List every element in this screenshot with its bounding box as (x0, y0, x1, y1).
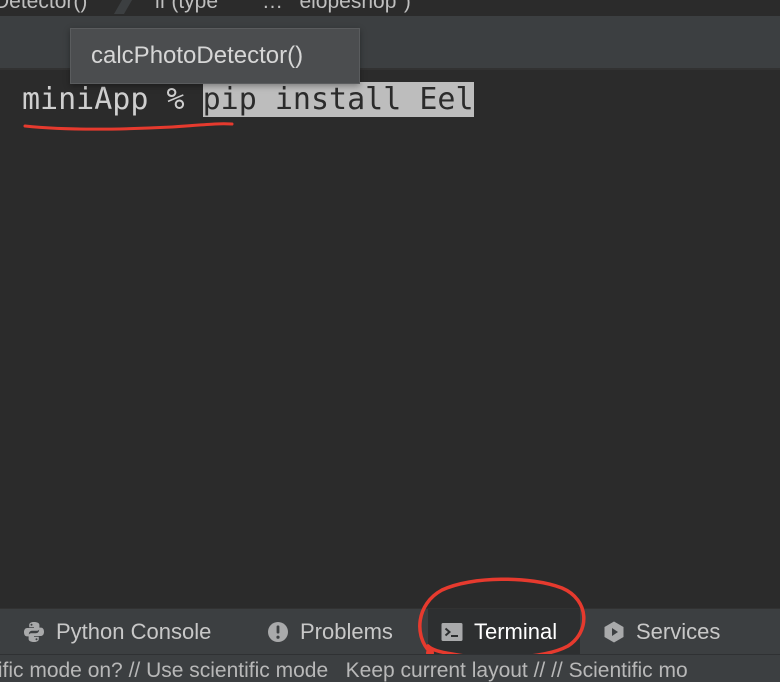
tab-label: Terminal (474, 619, 558, 644)
breadcrumb-item[interactable]: if (type (155, 0, 218, 14)
tool-window-bar: Python Console Problems Terminal Service… (0, 608, 780, 655)
status-bar: tific mode on? // Use scientific mode Ke… (0, 654, 780, 682)
tab-terminal[interactable]: Terminal (428, 609, 580, 655)
tab-services[interactable]: Services (602, 609, 720, 655)
ide-window: Detector() if (type … "elopeshop") miniA… (0, 0, 780, 682)
tab-label: Python Console (56, 619, 212, 644)
tooltip: calcPhotoDetector() (70, 28, 360, 84)
terminal-panel[interactable]: miniApp % pip install Eel (0, 70, 780, 608)
breadcrumb: Detector() if (type … "elopeshop") (0, 0, 780, 16)
breadcrumb-item: … (262, 0, 283, 13)
terminal-command-selected[interactable]: pip install Eel (202, 82, 474, 117)
breadcrumb-item[interactable]: Detector() (0, 0, 87, 14)
problems-icon (266, 620, 290, 644)
tooltip-text: calcPhotoDetector() (91, 42, 304, 69)
tab-label: Problems (300, 619, 393, 644)
terminal-icon (440, 620, 464, 644)
tab-problems[interactable]: Problems (266, 609, 393, 655)
terminal-line[interactable]: miniApp % pip install Eel (22, 82, 474, 118)
tab-python-console[interactable]: Python Console (22, 609, 211, 655)
services-icon (602, 620, 626, 644)
terminal-prompt: miniApp % (22, 82, 203, 117)
underline-annotation (23, 122, 234, 131)
status-message[interactable]: tific mode on? // Use scientific mode Ke… (0, 659, 688, 682)
breadcrumb-separator (113, 0, 133, 14)
python-icon (22, 620, 46, 644)
breadcrumb-item[interactable]: "elopeshop") (292, 0, 411, 14)
tab-label: Services (636, 619, 721, 644)
